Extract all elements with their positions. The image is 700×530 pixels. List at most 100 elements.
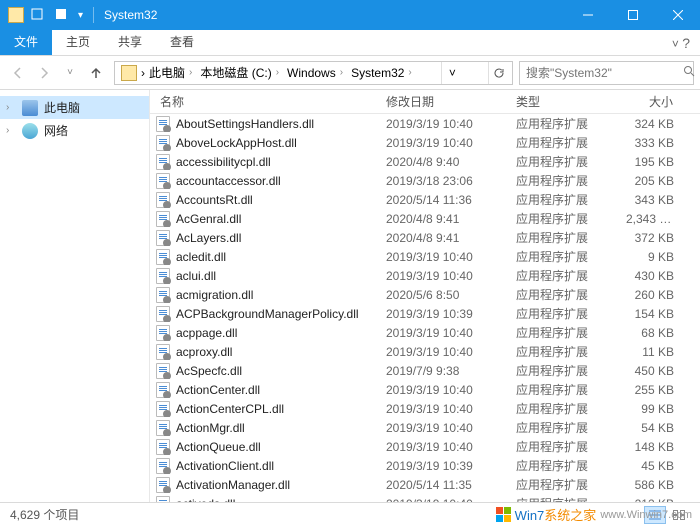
dll-file-icon bbox=[156, 287, 170, 303]
address-dropdown-icon[interactable]: ˅ bbox=[441, 62, 463, 84]
ribbon-tab-file[interactable]: 文件 bbox=[0, 28, 52, 55]
file-size: 260 KB bbox=[620, 288, 680, 302]
file-row[interactable]: ActionMgr.dll2019/3/19 10:40应用程序扩展54 KB bbox=[150, 418, 700, 437]
column-name[interactable]: 名称 bbox=[150, 93, 380, 110]
file-row[interactable]: ActivationManager.dll2020/5/14 11:35应用程序… bbox=[150, 475, 700, 494]
file-rows[interactable]: AboutSettingsHandlers.dll 2019/3/19 10:40… bbox=[150, 114, 700, 502]
ribbon-expand-icon[interactable]: ˅ ? bbox=[662, 31, 700, 55]
file-type: 应用程序扩展 bbox=[510, 362, 620, 379]
file-row[interactable]: AcGenral.dll2020/4/8 9:41应用程序扩展2,343 KB bbox=[150, 209, 700, 228]
file-size: 68 KB bbox=[620, 326, 680, 340]
file-row[interactable]: ActivationClient.dll2019/3/19 10:39应用程序扩… bbox=[150, 456, 700, 475]
chevron-right-icon[interactable]: › bbox=[189, 67, 192, 78]
file-row[interactable]: acppage.dll2019/3/19 10:40应用程序扩展68 KB bbox=[150, 323, 700, 342]
net-icon bbox=[22, 123, 38, 139]
address-folder-icon bbox=[121, 65, 137, 81]
file-row[interactable]: AboveLockAppHost.dll2019/3/19 10:40应用程序扩… bbox=[150, 133, 700, 152]
file-row[interactable]: ActionCenterCPL.dll2019/3/19 10:40应用程序扩展… bbox=[150, 399, 700, 418]
ribbon-tab[interactable]: 主页 bbox=[52, 28, 104, 55]
chevron-right-icon[interactable]: › bbox=[276, 67, 279, 78]
dll-file-icon bbox=[156, 439, 170, 455]
qat-chevron-icon[interactable]: ▾ bbox=[78, 10, 83, 21]
file-size: 148 KB bbox=[620, 440, 680, 454]
nav-back-button[interactable] bbox=[6, 61, 30, 85]
chevron-right-icon[interactable]: › bbox=[6, 102, 16, 113]
qat-dropdown-icon[interactable] bbox=[54, 7, 68, 24]
view-details-button[interactable] bbox=[644, 506, 666, 524]
file-row[interactable]: accountaccessor.dll2019/3/18 23:06应用程序扩展… bbox=[150, 171, 700, 190]
file-row[interactable]: AcLayers.dll2020/4/8 9:41应用程序扩展372 KB bbox=[150, 228, 700, 247]
file-row[interactable]: activeds.dll2019/3/19 10:40应用程序扩展212 KB bbox=[150, 494, 700, 502]
file-row[interactable]: AccountsRt.dll2020/5/14 11:36应用程序扩展343 K… bbox=[150, 190, 700, 209]
file-name: AboveLockAppHost.dll bbox=[176, 136, 297, 150]
dll-file-icon bbox=[156, 192, 170, 208]
file-name: acppage.dll bbox=[176, 326, 237, 340]
file-date: 2020/5/6 8:50 bbox=[380, 288, 510, 302]
file-name: aclui.dll bbox=[176, 269, 216, 283]
breadcrumb-segment[interactable]: Windows› bbox=[283, 62, 347, 84]
file-size: 212 KB bbox=[620, 497, 680, 503]
file-name: accessibilitycpl.dll bbox=[176, 155, 271, 169]
file-date: 2019/3/19 10:40 bbox=[380, 440, 510, 454]
nav-forward-button[interactable] bbox=[32, 61, 56, 85]
column-size[interactable]: 大小 bbox=[620, 93, 680, 110]
dll-file-icon bbox=[156, 458, 170, 474]
file-name: activeds.dll bbox=[176, 497, 235, 503]
breadcrumb-segment[interactable]: 此电脑› bbox=[145, 62, 196, 84]
maximize-button[interactable] bbox=[610, 0, 655, 30]
nav-recent-button[interactable]: ˅ bbox=[58, 61, 82, 85]
file-type: 应用程序扩展 bbox=[510, 438, 620, 455]
chevron-right-icon[interactable]: › bbox=[408, 67, 411, 78]
file-name: AboutSettingsHandlers.dll bbox=[176, 117, 314, 131]
file-row[interactable]: acmigration.dll 2020/5/6 8:50应用程序扩展260 KB bbox=[150, 285, 700, 304]
search-box[interactable] bbox=[519, 61, 694, 85]
nav-up-button[interactable] bbox=[84, 61, 108, 85]
file-row[interactable]: acledit.dll2019/3/19 10:40应用程序扩展9 KB bbox=[150, 247, 700, 266]
folder-icon bbox=[8, 7, 24, 23]
chevron-right-icon[interactable]: › bbox=[6, 125, 16, 136]
dll-file-icon bbox=[156, 211, 170, 227]
dll-file-icon bbox=[156, 344, 170, 360]
search-icon[interactable] bbox=[683, 65, 695, 80]
column-date[interactable]: 修改日期 bbox=[380, 93, 510, 110]
nav-item[interactable]: ›网络 bbox=[0, 119, 149, 142]
chevron-right-icon[interactable]: › bbox=[340, 67, 343, 78]
file-date: 2019/3/19 10:40 bbox=[380, 326, 510, 340]
file-row[interactable]: ActionQueue.dll2019/3/19 10:40应用程序扩展148 … bbox=[150, 437, 700, 456]
file-size: 154 KB bbox=[620, 307, 680, 321]
file-date: 2020/5/14 11:36 bbox=[380, 193, 510, 207]
breadcrumb-segment[interactable]: 本地磁盘 (C:)› bbox=[196, 62, 283, 84]
file-name: ActivationClient.dll bbox=[176, 459, 274, 473]
dll-file-icon bbox=[156, 135, 170, 151]
file-name: AcGenral.dll bbox=[176, 212, 241, 226]
breadcrumb-segment[interactable]: System32› bbox=[347, 62, 416, 84]
column-headers: 名称 修改日期 类型 大小 bbox=[150, 90, 700, 114]
dll-file-icon bbox=[156, 401, 170, 417]
view-large-button[interactable] bbox=[668, 506, 690, 524]
file-name: ActionCenter.dll bbox=[176, 383, 260, 397]
file-row[interactable]: aclui.dll2019/3/19 10:40应用程序扩展430 KB bbox=[150, 266, 700, 285]
nav-item[interactable]: ›此电脑 bbox=[0, 96, 149, 119]
file-row[interactable]: AboutSettingsHandlers.dll2019/3/19 10:40… bbox=[150, 114, 700, 133]
close-button[interactable] bbox=[655, 0, 700, 30]
ribbon-tab[interactable]: 查看 bbox=[156, 28, 208, 55]
file-row[interactable]: acproxy.dll2019/3/19 10:40应用程序扩展11 KB bbox=[150, 342, 700, 361]
file-type: 应用程序扩展 bbox=[510, 286, 620, 303]
file-row[interactable]: accessibilitycpl.dll2020/4/8 9:40应用程序扩展1… bbox=[150, 152, 700, 171]
file-row[interactable]: AcSpecfc.dll2019/7/9 9:38应用程序扩展450 KB bbox=[150, 361, 700, 380]
file-row[interactable]: ActionCenter.dll2019/3/19 10:40应用程序扩展255… bbox=[150, 380, 700, 399]
minimize-button[interactable] bbox=[565, 0, 610, 30]
file-name: acmigration.dll bbox=[176, 288, 253, 302]
column-type[interactable]: 类型 bbox=[510, 93, 620, 110]
search-input[interactable] bbox=[524, 65, 683, 81]
qat-properties-icon[interactable] bbox=[30, 7, 44, 24]
file-type: 应用程序扩展 bbox=[510, 153, 620, 170]
dll-file-icon bbox=[156, 325, 170, 341]
file-date: 2019/7/9 9:38 bbox=[380, 364, 510, 378]
refresh-button[interactable] bbox=[488, 62, 510, 84]
address-bar[interactable]: › 此电脑›本地磁盘 (C:)›Windows›System32› ˅ bbox=[114, 61, 513, 85]
file-type: 应用程序扩展 bbox=[510, 229, 620, 246]
file-row[interactable]: ACPBackgroundManagerPolicy.dll2019/3/19 … bbox=[150, 304, 700, 323]
ribbon-tab[interactable]: 共享 bbox=[104, 28, 156, 55]
file-name: AcSpecfc.dll bbox=[176, 364, 242, 378]
